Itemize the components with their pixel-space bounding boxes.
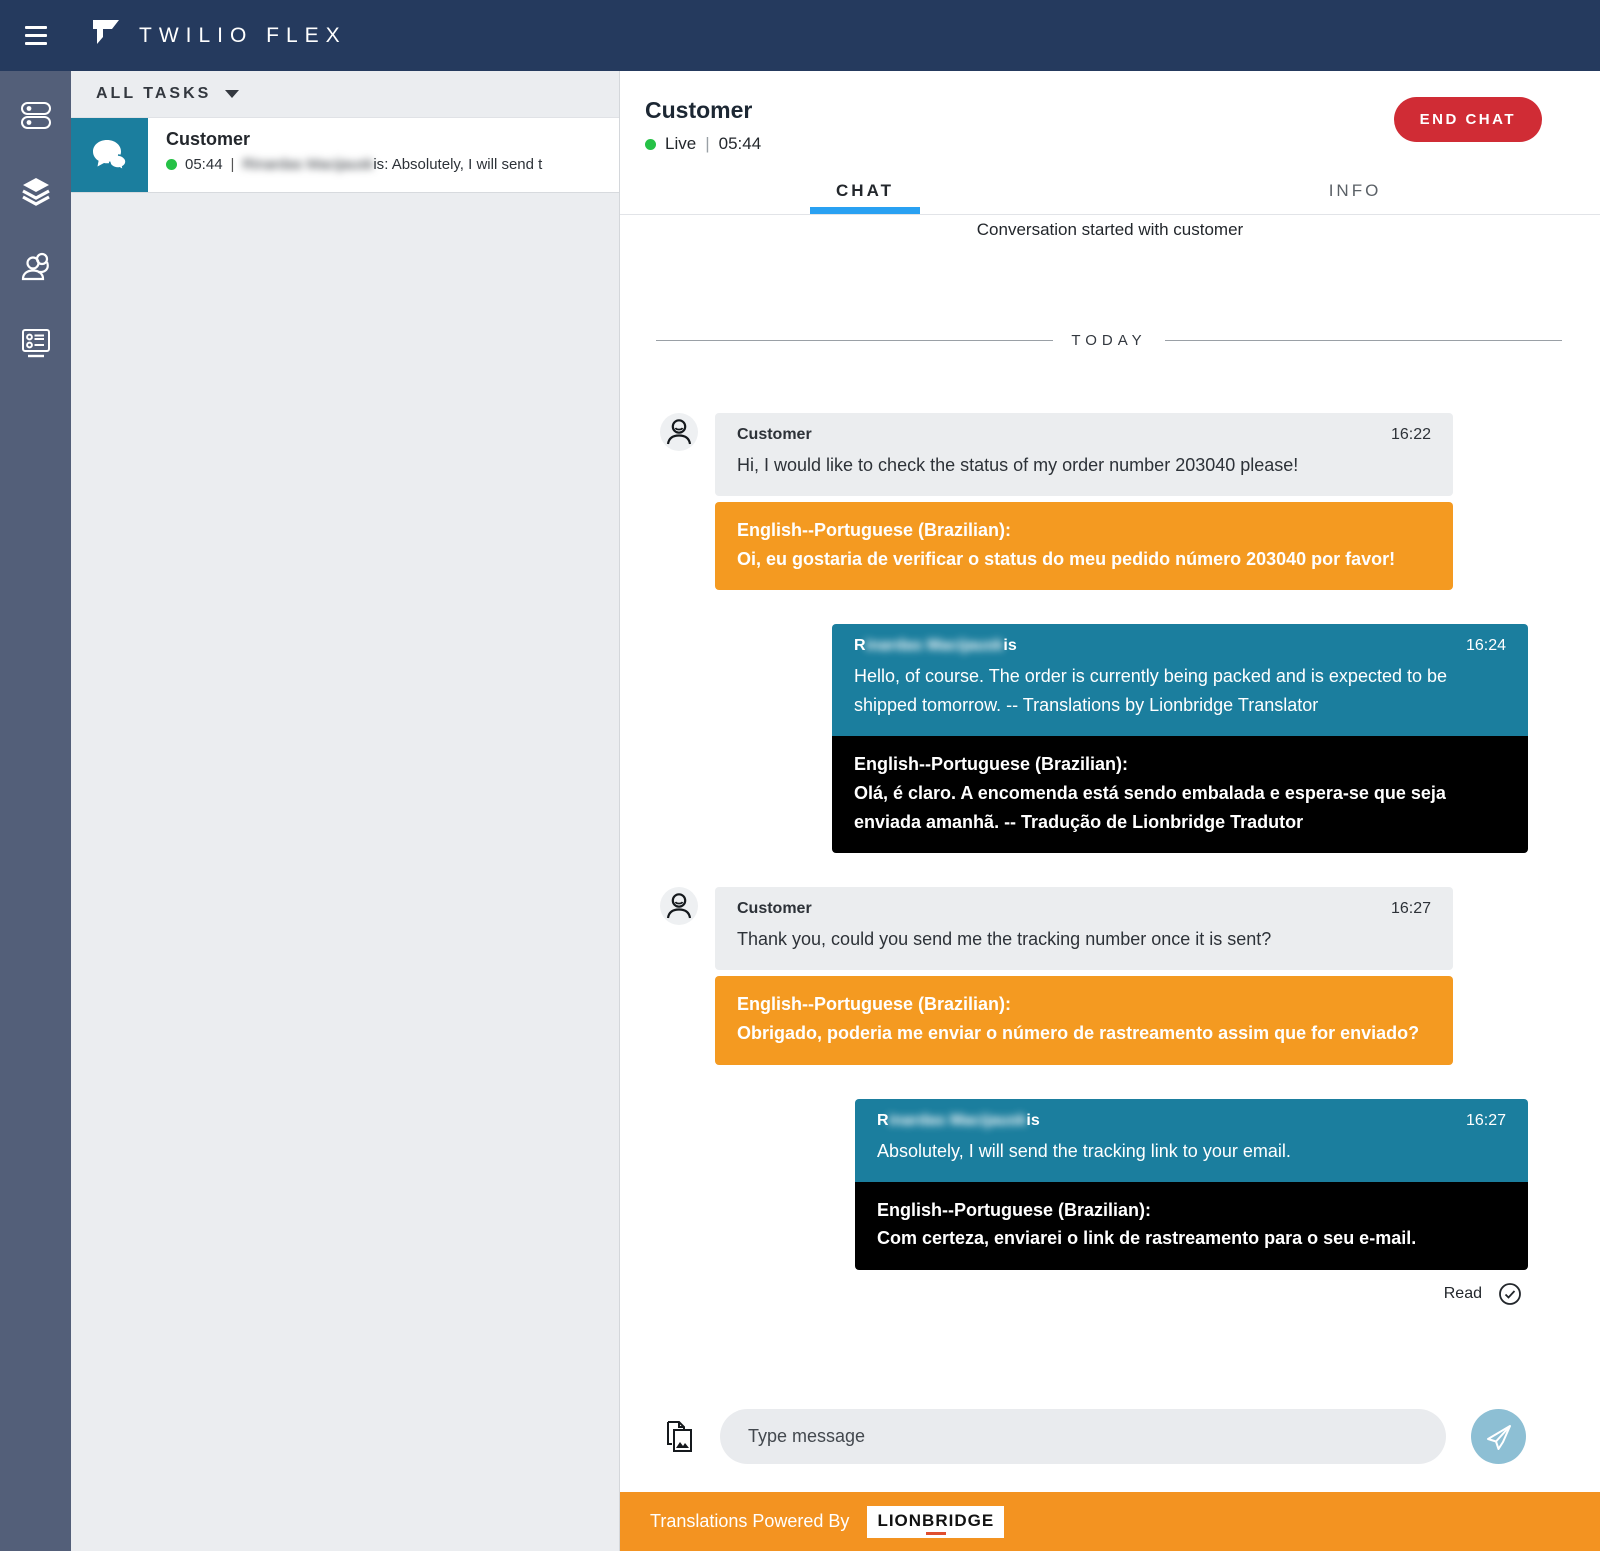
top-navbar: TWILIO FLEX xyxy=(0,0,1600,71)
translation-label: English--Portuguese (Brazilian): xyxy=(877,1196,1506,1225)
task-item-customer[interactable]: Customer 05:44 | Rinardas Macijauskis: A… xyxy=(71,117,619,193)
translation-block: English--Portuguese (Brazilian): Obrigad… xyxy=(715,976,1453,1065)
tab-info[interactable]: INFO xyxy=(1110,168,1600,214)
translation-text: Oi, eu gostaria de verificar o status do… xyxy=(737,545,1431,574)
translation-text: Com certeza, enviarei o link de rastream… xyxy=(877,1224,1506,1253)
date-divider: TODAY xyxy=(656,332,1562,349)
end-chat-button[interactable]: END CHAT xyxy=(1394,97,1542,142)
queues-icon[interactable] xyxy=(20,327,52,359)
translation-block: English--Portuguese (Brazilian): Olá, é … xyxy=(832,736,1528,853)
tab-chat[interactable]: CHAT xyxy=(620,168,1110,214)
message-group-customer: Customer 16:27 Thank you, could you send… xyxy=(660,887,1600,1064)
message-input[interactable] xyxy=(720,1409,1446,1464)
chat-title: Customer xyxy=(645,97,761,124)
read-check-icon xyxy=(1498,1282,1522,1306)
message-text: Absolutely, I will send the tracking lin… xyxy=(877,1137,1506,1166)
message-author: Rinardas Macijauskis xyxy=(854,637,1017,655)
chat-header: Customer Live | 05:44 END CHAT xyxy=(620,71,1600,154)
translation-label: English--Portuguese (Brazilian): xyxy=(854,750,1506,779)
message-group-agent: Rinardas Macijauskis 16:24 Hello, of cou… xyxy=(620,624,1528,853)
chat-duration: 05:44 xyxy=(719,134,762,154)
translation-label: English--Portuguese (Brazilian): xyxy=(737,990,1431,1019)
paper-plane-icon xyxy=(1484,1422,1514,1452)
message-input-row xyxy=(620,1409,1600,1492)
live-status-dot xyxy=(645,139,656,150)
chat-panel: Customer Live | 05:44 END CHAT CHAT INF xyxy=(620,71,1600,1551)
live-label: Live xyxy=(665,134,696,154)
send-button[interactable] xyxy=(1471,1409,1526,1464)
chevron-down-icon xyxy=(225,90,239,98)
message-author: Customer xyxy=(737,900,812,918)
message-author: Customer xyxy=(737,426,812,444)
read-receipt: Read xyxy=(620,1282,1522,1306)
customer-avatar-icon xyxy=(660,413,698,451)
lionbridge-logo: LIONBRIDGE xyxy=(867,1506,1004,1538)
translation-block: English--Portuguese (Brazilian): Oi, eu … xyxy=(715,502,1453,591)
message-time: 16:27 xyxy=(1391,900,1431,918)
chat-task-icon xyxy=(71,118,148,192)
message-author: Rinardas Macijauskis xyxy=(877,1112,1040,1130)
chat-status: Live | 05:44 xyxy=(645,134,761,154)
agent-message-bubble: Rinardas Macijauskis 16:27 Absolutely, I… xyxy=(855,1099,1528,1182)
translations-footer: Translations Powered By LIONBRIDGE xyxy=(620,1492,1600,1551)
customer-message-bubble: Customer 16:22 Hi, I would like to check… xyxy=(715,413,1453,496)
message-time: 16:24 xyxy=(1466,637,1506,655)
agents-icon[interactable] xyxy=(20,251,52,283)
message-time: 16:27 xyxy=(1466,1112,1506,1130)
task-preview: Rinardas Macijauskis: Absolutely, I will… xyxy=(242,156,542,173)
message-text: Hello, of course. The order is currently… xyxy=(854,662,1506,720)
translation-block: English--Portuguese (Brazilian): Com cer… xyxy=(855,1182,1528,1271)
tasks-icon[interactable] xyxy=(20,99,52,131)
app-title: TWILIO FLEX xyxy=(139,24,347,48)
customer-avatar-icon xyxy=(660,887,698,925)
message-list: Conversation started with customer TODAY xyxy=(620,215,1600,1409)
translation-text: Obrigado, poderia me enviar o número de … xyxy=(737,1019,1431,1048)
status-dot xyxy=(166,159,177,170)
layers-icon[interactable] xyxy=(20,175,52,207)
twilio-flex-logo-icon xyxy=(89,16,123,55)
chat-tabs: CHAT INFO xyxy=(620,168,1600,215)
system-message: Conversation started with customer xyxy=(620,220,1600,240)
footer-text: Translations Powered By xyxy=(650,1511,849,1532)
left-sidebar xyxy=(0,71,71,1551)
translation-text: Olá, é claro. A encomenda está sendo emb… xyxy=(854,779,1506,837)
translation-label: English--Portuguese (Brazilian): xyxy=(737,516,1431,545)
task-time: 05:44 xyxy=(185,156,223,173)
hamburger-menu-icon[interactable] xyxy=(0,26,71,45)
customer-message-bubble: Customer 16:27 Thank you, could you send… xyxy=(715,887,1453,970)
attach-image-icon[interactable] xyxy=(665,1420,695,1454)
message-group-agent: Rinardas Macijauskis 16:27 Absolutely, I… xyxy=(620,1099,1528,1270)
message-text: Thank you, could you send me the trackin… xyxy=(737,925,1431,954)
task-title: Customer xyxy=(166,129,542,150)
message-group-customer: Customer 16:22 Hi, I would like to check… xyxy=(660,413,1600,590)
all-tasks-label: ALL TASKS xyxy=(96,85,211,103)
task-list-panel: ALL TASKS Customer 05:44 | Rinar xyxy=(71,71,620,1551)
agent-message-bubble: Rinardas Macijauskis 16:24 Hello, of cou… xyxy=(832,624,1528,736)
message-time: 16:22 xyxy=(1391,426,1431,444)
all-tasks-dropdown[interactable]: ALL TASKS xyxy=(71,71,619,117)
twilio-flex-app: TWILIO FLEX xyxy=(0,0,1600,1551)
message-text: Hi, I would like to check the status of … xyxy=(737,451,1431,480)
active-tab-underline xyxy=(810,207,920,214)
